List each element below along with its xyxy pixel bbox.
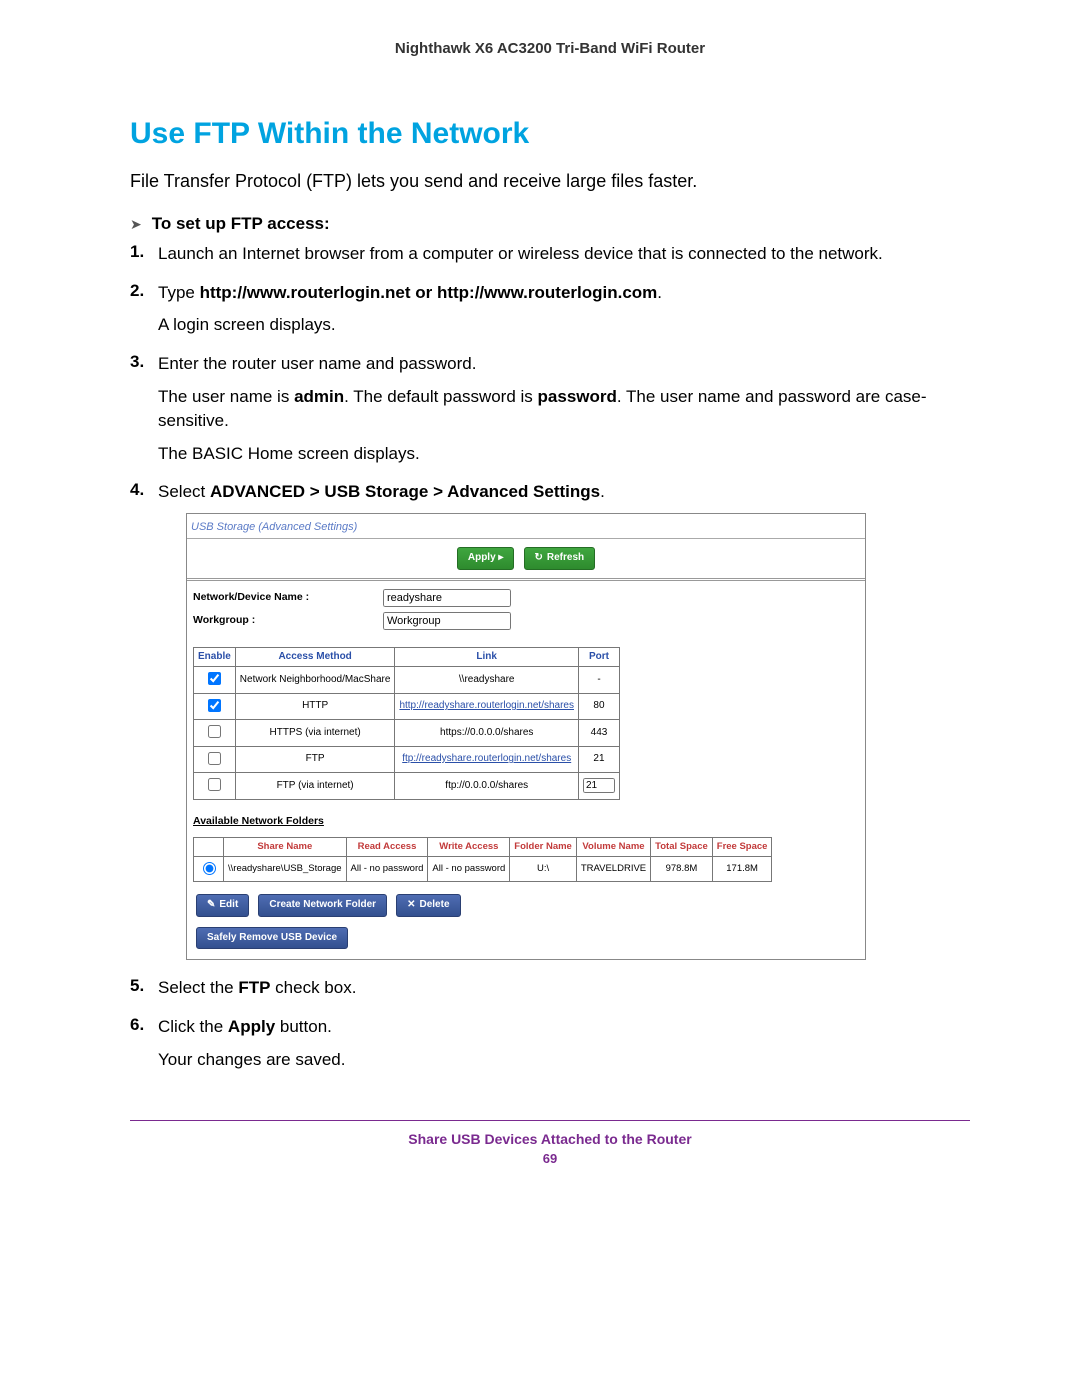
- folder-cell: \\readyshare\USB_Storage: [224, 856, 347, 882]
- port-cell: -: [578, 667, 619, 694]
- apply-button[interactable]: Apply ▸: [457, 547, 515, 570]
- panel-button-bar: Apply ▸ ↻ Refresh: [187, 539, 865, 579]
- step-text: Enter the router user name and password.: [158, 352, 970, 377]
- footer-rule: [130, 1120, 970, 1121]
- delete-button[interactable]: ✕ Delete: [396, 894, 460, 917]
- step-followup: A login screen displays.: [158, 313, 970, 338]
- folder-cell: 978.8M: [651, 856, 713, 882]
- table-row: Network Neighborhood/MacShare\\readyshar…: [194, 667, 620, 694]
- table-row: FTP (via internet)ftp://0.0.0.0/shares: [194, 773, 620, 800]
- access-link[interactable]: ftp://readyshare.routerlogin.net/shares: [402, 753, 571, 764]
- workgroup-label: Workgroup :: [193, 613, 383, 628]
- folder-select-radio[interactable]: [203, 862, 216, 875]
- table-row: \\readyshare\USB_StorageAll - no passwor…: [194, 856, 772, 882]
- enable-checkbox[interactable]: [208, 699, 221, 712]
- device-name-label: Network/Device Name :: [193, 590, 383, 605]
- edit-button[interactable]: ✎ Edit: [196, 894, 249, 917]
- refresh-icon: ↻: [535, 551, 543, 566]
- section-title: Use FTP Within the Network: [130, 117, 970, 151]
- x-icon: ✕: [407, 898, 415, 913]
- step-text: Launch an Internet browser from a comput…: [158, 242, 970, 267]
- col-method: Access Method: [235, 647, 395, 667]
- col-link: Link: [395, 647, 579, 667]
- access-link-text: https://0.0.0.0/shares: [395, 720, 579, 747]
- table-row: HTTPS (via internet)https://0.0.0.0/shar…: [194, 720, 620, 747]
- folder-cell: All - no password: [428, 856, 510, 882]
- page-number: 69: [130, 1151, 970, 1166]
- access-link-text: ftp://0.0.0.0/shares: [395, 773, 579, 800]
- access-link-text: \\readyshare: [395, 667, 579, 694]
- access-method-cell: Network Neighborhood/MacShare: [235, 667, 395, 694]
- step-number: 1.: [130, 242, 158, 275]
- enable-checkbox[interactable]: [208, 672, 221, 685]
- footer-section-title: Share USB Devices Attached to the Router: [130, 1131, 970, 1147]
- step-followup: Your changes are saved.: [158, 1048, 970, 1073]
- access-method-cell: FTP: [235, 746, 395, 773]
- col-write: Write Access: [428, 837, 510, 856]
- enable-checkbox[interactable]: [208, 725, 221, 738]
- col-folder: Folder Name: [510, 837, 577, 856]
- folder-cell: All - no password: [346, 856, 428, 882]
- panel-title: USB Storage (Advanced Settings): [187, 514, 865, 539]
- table-row: FTP ftp://readyshare.routerlogin.net/shar…: [194, 746, 620, 773]
- col-free: Free Space: [712, 837, 772, 856]
- port-input[interactable]: [583, 778, 615, 793]
- sub-instruction: ➤ To set up FTP access:: [130, 214, 970, 234]
- step-number: 4.: [130, 480, 158, 970]
- table-row: HTTP http://readyshare.routerlogin.net/sh…: [194, 693, 620, 720]
- chevron-right-icon: ➤: [130, 216, 142, 233]
- col-enable: Enable: [194, 647, 236, 667]
- folder-cell: U:\: [510, 856, 577, 882]
- step-number: 6.: [130, 1015, 158, 1080]
- col-share: Share Name: [224, 837, 347, 856]
- pencil-icon: ✎: [207, 898, 215, 913]
- port-cell: 21: [578, 746, 619, 773]
- port-cell: 80: [578, 693, 619, 720]
- enable-checkbox[interactable]: [208, 752, 221, 765]
- step-text: Type http://www.routerlogin.net or http:…: [158, 281, 970, 306]
- sub-instruction-text: To set up FTP access:: [152, 214, 330, 234]
- access-method-cell: HTTP: [235, 693, 395, 720]
- access-link[interactable]: http://readyshare.routerlogin.net/shares: [399, 700, 574, 711]
- enable-checkbox[interactable]: [208, 778, 221, 791]
- port-cell: 443: [578, 720, 619, 747]
- folders-table: Share Name Read Access Write Access Fold…: [193, 837, 772, 883]
- step-followup: The BASIC Home screen displays.: [158, 442, 970, 467]
- access-method-table: Enable Access Method Link Port Network N…: [193, 647, 620, 800]
- intro-paragraph: File Transfer Protocol (FTP) lets you se…: [130, 171, 970, 192]
- usb-storage-panel: USB Storage (Advanced Settings) Apply ▸ …: [186, 513, 866, 960]
- col-volume: Volume Name: [576, 837, 650, 856]
- doc-header: Nighthawk X6 AC3200 Tri-Band WiFi Router: [130, 40, 970, 57]
- step-number: 2.: [130, 281, 158, 346]
- step-text: Select the FTP check box.: [158, 976, 970, 1001]
- create-folder-button[interactable]: Create Network Folder: [258, 894, 387, 917]
- access-method-cell: HTTPS (via internet): [235, 720, 395, 747]
- step-number: 3.: [130, 352, 158, 475]
- step-followup: The user name is admin. The default pass…: [158, 385, 970, 434]
- folders-heading: Available Network Folders: [187, 806, 865, 831]
- device-name-input[interactable]: [383, 589, 511, 607]
- safely-remove-button[interactable]: Safely Remove USB Device: [196, 927, 348, 950]
- step-text: Select ADVANCED > USB Storage > Advanced…: [158, 480, 970, 505]
- refresh-button[interactable]: ↻ Refresh: [524, 547, 596, 570]
- folder-cell: TRAVELDRIVE: [576, 856, 650, 882]
- folder-cell: 171.8M: [712, 856, 772, 882]
- col-total: Total Space: [651, 837, 713, 856]
- col-port: Port: [578, 647, 619, 667]
- step-text: Click the Apply button.: [158, 1015, 970, 1040]
- step-number: 5.: [130, 976, 158, 1009]
- workgroup-input[interactable]: [383, 612, 511, 630]
- access-method-cell: FTP (via internet): [235, 773, 395, 800]
- col-read: Read Access: [346, 837, 428, 856]
